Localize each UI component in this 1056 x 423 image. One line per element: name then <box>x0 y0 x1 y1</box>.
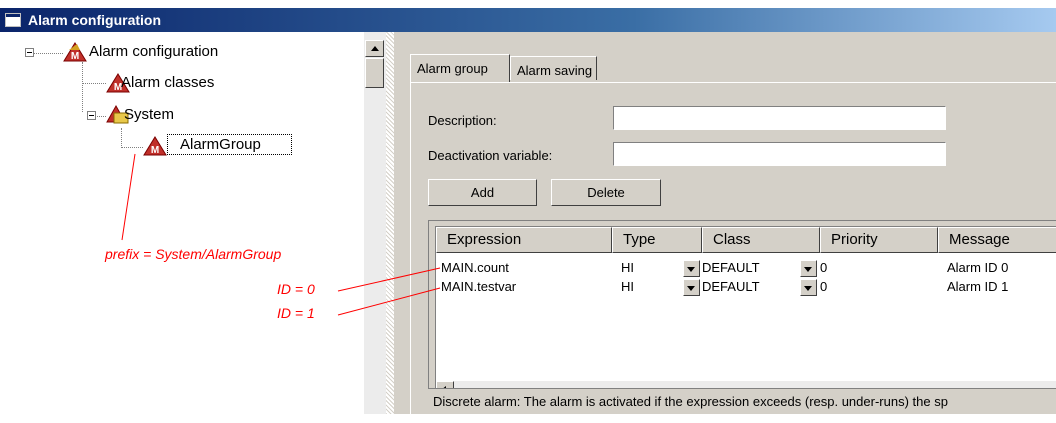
alarm-table[interactable]: Expression Type Class Priority Message M… <box>435 226 1056 414</box>
description-field[interactable] <box>613 106 946 130</box>
alarm-group-icon: M <box>143 136 167 156</box>
annotation-id-1: ID = 1 <box>277 305 315 321</box>
table-row-0-priority[interactable]: 0 <box>820 260 827 275</box>
table-row-0-message[interactable]: Alarm ID 0 <box>947 260 1008 275</box>
tree-item-alarm-classes[interactable]: Alarm classes <box>121 74 214 91</box>
tree-connector <box>82 83 106 84</box>
splitter[interactable] <box>386 32 394 414</box>
column-header-type[interactable]: Type <box>612 227 702 253</box>
cropped-caption <box>0 0 1056 8</box>
status-description: Discrete alarm: The alarm is activated i… <box>428 388 1056 414</box>
deactivation-variable-field[interactable] <box>613 142 946 166</box>
column-header-expression[interactable]: Expression <box>436 227 612 253</box>
title-bar: Alarm configuration <box>0 8 1056 32</box>
class-dropdown-icon[interactable] <box>800 260 817 277</box>
tab-alarm-group[interactable]: Alarm group <box>410 54 510 82</box>
tab-alarm-saving[interactable]: Alarm saving <box>510 56 597 80</box>
table-row-1-priority[interactable]: 0 <box>820 279 827 294</box>
tree-connector <box>121 128 122 148</box>
tree-connector <box>121 147 143 148</box>
scroll-up-icon[interactable] <box>365 40 384 57</box>
tree-view[interactable]: M Alarm configuration M Alarm classes Sy… <box>0 32 364 414</box>
table-row-1-message[interactable]: Alarm ID 1 <box>947 279 1008 294</box>
table-row-0-class[interactable]: DEFAULT <box>702 260 760 275</box>
column-header-priority[interactable]: Priority <box>820 227 938 253</box>
scroll-thumb[interactable] <box>365 58 384 88</box>
svg-text:M: M <box>71 51 79 62</box>
collapse-toggle[interactable] <box>87 111 96 120</box>
table-row-1-type[interactable]: HI <box>621 279 634 294</box>
type-dropdown-icon[interactable] <box>683 279 700 296</box>
table-row-0-expression[interactable]: MAIN.count <box>441 260 509 275</box>
tree-item-alarm-group[interactable]: AlarmGroup <box>167 134 292 155</box>
class-dropdown-icon[interactable] <box>800 279 817 296</box>
window-icon <box>5 13 21 27</box>
tree-item-system[interactable]: System <box>124 106 174 123</box>
column-header-message[interactable]: Message <box>938 227 1056 253</box>
type-dropdown-icon[interactable] <box>683 260 700 277</box>
tree-scrollbar[interactable] <box>364 32 386 414</box>
deactivation-variable-label: Deactivation variable: <box>428 148 553 163</box>
table-row-1-class[interactable]: DEFAULT <box>702 279 760 294</box>
delete-button[interactable]: Delete <box>551 179 661 206</box>
window-title: Alarm configuration <box>28 12 162 28</box>
collapse-toggle[interactable] <box>25 48 34 57</box>
table-row-1-expression[interactable]: MAIN.testvar <box>441 279 516 294</box>
tree-connector <box>82 62 83 112</box>
add-button[interactable]: Add <box>428 179 537 206</box>
annotation-id-0: ID = 0 <box>277 281 315 297</box>
column-header-class[interactable]: Class <box>702 227 820 253</box>
annotation-prefix: prefix = System/AlarmGroup <box>105 246 282 262</box>
svg-text:M: M <box>151 145 159 156</box>
tree-item-alarm-configuration[interactable]: Alarm configuration <box>89 43 218 60</box>
tree-connector <box>33 53 63 54</box>
table-row-0-type[interactable]: HI <box>621 260 634 275</box>
description-label: Description: <box>428 113 497 128</box>
alarm-config-icon: M <box>63 42 87 62</box>
